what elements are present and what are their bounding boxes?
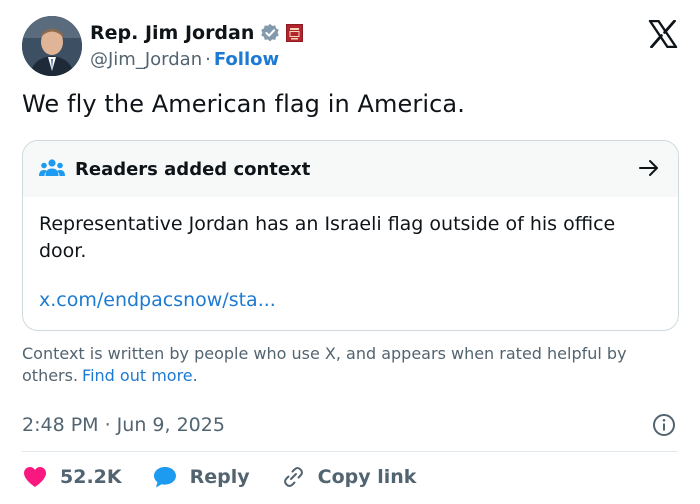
handle-separator: · bbox=[205, 49, 211, 70]
copy-link-button[interactable]: Copy link bbox=[280, 465, 417, 489]
like-button[interactable]: 52.2K bbox=[22, 465, 122, 489]
author-block: Rep. Jim Jordan @Jim_Jordan · Follow bbox=[90, 20, 304, 70]
community-note-title: Readers added context bbox=[75, 158, 311, 180]
handle[interactable]: @Jim_Jordan bbox=[90, 49, 202, 70]
people-icon bbox=[39, 159, 65, 176]
action-bar: 52.2K Reply Copy link bbox=[22, 462, 446, 492]
avatar-image bbox=[22, 16, 82, 76]
info-icon[interactable] bbox=[652, 413, 676, 437]
government-affiliation-icon bbox=[286, 24, 304, 42]
follow-button[interactable]: Follow bbox=[214, 49, 279, 70]
reply-bubble-icon bbox=[153, 467, 176, 488]
copy-link-label: Copy link bbox=[317, 466, 417, 488]
handle-row: @Jim_Jordan · Follow bbox=[90, 49, 303, 70]
link-icon bbox=[283, 467, 303, 487]
arrow-right-icon[interactable] bbox=[638, 157, 660, 179]
community-note-footnote: Context is written by people who use X, … bbox=[22, 343, 672, 387]
display-name[interactable]: Rep. Jim Jordan bbox=[90, 22, 254, 44]
heart-icon bbox=[24, 467, 46, 487]
x-logo-icon[interactable] bbox=[648, 20, 678, 48]
tweet-header: Rep. Jim Jordan @Jim_Jordan · Follow bbox=[22, 16, 680, 78]
tweet-text: We fly the American flag in America. bbox=[22, 90, 465, 118]
avatar[interactable] bbox=[22, 16, 82, 76]
name-row: Rep. Jim Jordan bbox=[90, 20, 304, 46]
community-note-body: Representative Jordan has an Israeli fla… bbox=[39, 213, 616, 262]
divider bbox=[22, 451, 678, 452]
community-note-header[interactable]: Readers added context bbox=[23, 141, 678, 197]
tweet-timestamp[interactable]: 2:48 PM · Jun 9, 2025 bbox=[22, 414, 225, 436]
community-note-link[interactable]: x.com/endpacsnow/sta... bbox=[39, 289, 276, 311]
reply-button[interactable]: Reply bbox=[152, 465, 250, 489]
community-note-card: Readers added context Representative Jor… bbox=[22, 140, 679, 331]
verified-badge-icon bbox=[261, 23, 280, 42]
reply-label: Reply bbox=[189, 466, 250, 488]
like-count: 52.2K bbox=[60, 466, 122, 488]
find-out-more-link[interactable]: Find out more. bbox=[82, 366, 198, 385]
